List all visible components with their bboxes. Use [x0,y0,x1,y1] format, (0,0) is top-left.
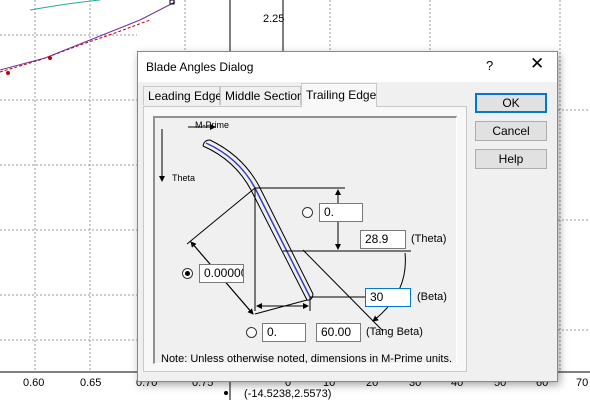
close-icon[interactable]: ✕ [530,55,544,73]
dialog-titlebar[interactable]: Blade Angles Dialog ? ✕ [138,52,557,82]
mprime-axis-label: M-Prime [195,120,229,130]
left-radio[interactable] [182,268,193,279]
left-field[interactable]: 0.00000 [199,264,244,283]
y-tick-label: 2.25 [263,13,285,25]
tab-trailing-edge[interactable]: Trailing Edge [301,83,377,107]
cursor-coordinates: (-14.5238,2.5573) [244,388,332,400]
dialog-title: Blade Angles Dialog [146,60,254,74]
tang-beta-label: (Tang Beta) [366,326,423,338]
theta-label: (Theta) [411,233,447,245]
help-icon[interactable]: ? [486,58,493,73]
tang-beta-field[interactable]: 60.00 [316,323,361,342]
top-field[interactable]: 0. [319,203,363,222]
diagram-area: M-Prime Theta 0. 28.9 (Theta) 0.00000 30… [153,116,457,365]
theta-field[interactable]: 28.9 [360,230,406,249]
beta-label: (Beta) [417,291,447,303]
top-radio[interactable] [302,207,313,218]
help-button[interactable]: Help [475,149,547,169]
units-note: Note: Unless otherwise noted, dimensions… [161,353,453,365]
trailing-edge-panel: M-Prime Theta 0. 28.9 (Theta) 0.00000 30… [143,106,467,372]
bottom-field[interactable]: 0. [262,323,306,342]
ok-button[interactable]: OK [475,93,547,113]
theta-axis-label: Theta [172,173,196,183]
blade-angles-dialog: Blade Angles Dialog ? ✕ Leading Edge Mid… [137,51,558,382]
tab-leading-edge[interactable]: Leading Edge [143,86,223,105]
tab-label: Leading Edge [148,89,223,103]
right-x-tick-label: 70 [576,377,589,389]
beta-field[interactable]: 30 [365,288,411,307]
tab-middle-section[interactable]: Middle Section [220,86,304,105]
tab-label: Trailing Edge [306,88,377,102]
tab-label: Middle Section [225,89,304,103]
x-tick-label: 0.65 [80,377,102,389]
cancel-button[interactable]: Cancel [475,121,547,141]
bottom-radio[interactable] [246,327,257,338]
x-tick-label: 0.60 [23,377,45,389]
